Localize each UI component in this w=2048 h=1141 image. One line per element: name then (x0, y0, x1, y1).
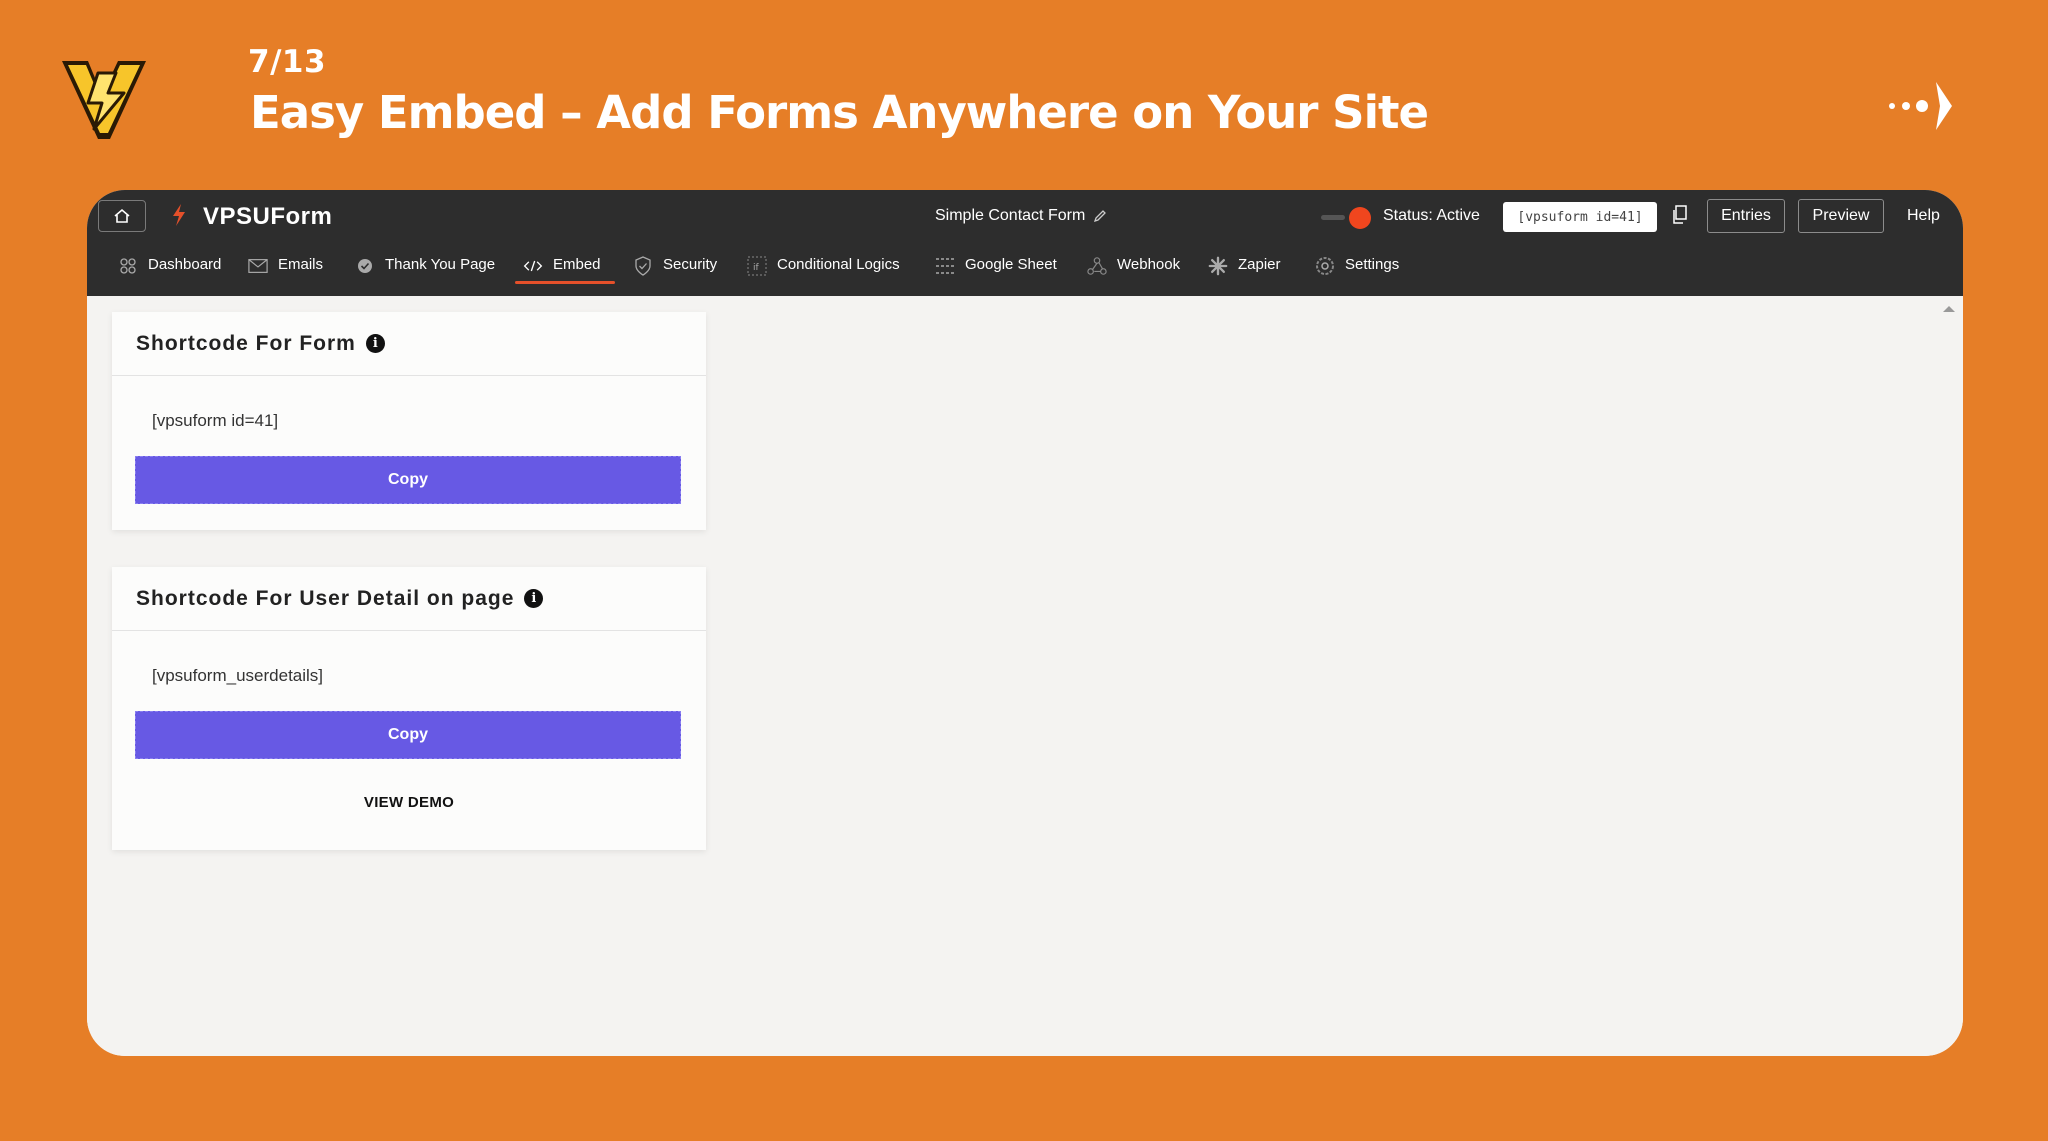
tab-label: Settings (1345, 256, 1400, 273)
home-icon (114, 208, 130, 223)
tab-dashboard[interactable]: Dashboard (118, 250, 221, 294)
copy-icon[interactable] (1671, 204, 1689, 226)
tab-embed[interactable]: Embed (515, 250, 614, 294)
status-toggle-knob[interactable] (1349, 207, 1371, 229)
tab-label: Thank You Page (385, 256, 496, 273)
logic-icon: if (747, 256, 767, 276)
help-link[interactable]: Help (1907, 207, 1940, 225)
app-window: VPSUForm Simple Contact Form Status: Act… (87, 190, 1963, 1056)
form-name[interactable]: Simple Contact Form (935, 207, 1107, 225)
tab-security[interactable]: Security (633, 250, 717, 294)
card-header: Shortcode For Form i (112, 312, 706, 376)
tab-label: Embed (553, 256, 601, 273)
tab-label: Webhook (1117, 256, 1181, 273)
home-button[interactable] (98, 200, 146, 232)
brand-logo-icon (62, 61, 146, 139)
check-badge-icon (355, 256, 375, 276)
copy-shortcode-button[interactable]: Copy (135, 456, 681, 504)
card-title: Shortcode For User Detail on page (136, 586, 515, 610)
top-bar: VPSUForm Simple Contact Form Status: Act… (87, 190, 1963, 296)
webhook-icon (1087, 256, 1107, 276)
card-header: Shortcode For User Detail on page i (112, 567, 706, 631)
bolt-icon (173, 204, 185, 226)
tab-zapier[interactable]: Zapier (1208, 250, 1281, 294)
zapier-icon (1208, 256, 1228, 276)
slide-title: Easy Embed – Add Forms Anywhere on Your … (250, 86, 1429, 139)
tab-label: Security (663, 256, 718, 273)
form-name-label: Simple Contact Form (935, 207, 1086, 224)
info-icon[interactable]: i (365, 334, 385, 353)
gear-icon (1315, 256, 1335, 276)
tab-google-sheet[interactable]: Google Sheet (935, 250, 1057, 294)
tab-label: Emails (278, 256, 324, 273)
copy-user-details-button[interactable]: Copy (135, 711, 681, 759)
shortcode-form-card: Shortcode For Form i [vpsuform id=41] Co… (112, 312, 706, 530)
dashboard-icon (118, 256, 138, 276)
tab-webhook[interactable]: Webhook (1087, 250, 1180, 294)
shortcode-text: [vpsuform_userdetails] (152, 666, 324, 685)
mail-icon (248, 256, 268, 276)
card-title: Shortcode For Form (136, 331, 356, 355)
code-icon (523, 256, 543, 276)
view-demo-link[interactable]: VIEW DEMO (112, 794, 706, 811)
brand-name: VPSUForm (203, 203, 333, 230)
shortcode-user-detail-card: Shortcode For User Detail on page i [vps… (112, 567, 706, 850)
sheet-icon (935, 256, 955, 276)
scroll-up-icon[interactable] (1943, 306, 1955, 312)
info-icon[interactable]: i (524, 589, 544, 608)
tab-label: Dashboard (148, 256, 222, 273)
shield-icon (633, 256, 653, 276)
shortcode-chip: [vpsuform id=41] (1503, 202, 1657, 232)
status-text: Status: Active (1383, 207, 1480, 224)
tab-thank-you-page[interactable]: Thank You Page (355, 250, 495, 294)
next-slide-arrow-icon[interactable] (1888, 78, 1958, 134)
preview-button[interactable]: Preview (1798, 199, 1884, 233)
tab-conditional-logics[interactable]: if Conditional Logics (747, 250, 900, 294)
status-toggle-track[interactable] (1321, 215, 1345, 220)
tab-label: Zapier (1238, 256, 1281, 273)
tab-settings[interactable]: Settings (1315, 250, 1399, 294)
pencil-icon[interactable] (1093, 209, 1107, 223)
content-area: Shortcode For Form i [vpsuform id=41] Co… (87, 296, 1963, 1056)
tab-label: Google Sheet (965, 256, 1057, 273)
entries-button[interactable]: Entries (1707, 199, 1785, 233)
tab-emails[interactable]: Emails (248, 250, 323, 294)
tab-label: Conditional Logics (777, 256, 900, 273)
shortcode-text: [vpsuform id=41] (152, 411, 279, 430)
slide-counter: 7/13 (248, 44, 327, 80)
svg-text:if: if (753, 263, 760, 273)
